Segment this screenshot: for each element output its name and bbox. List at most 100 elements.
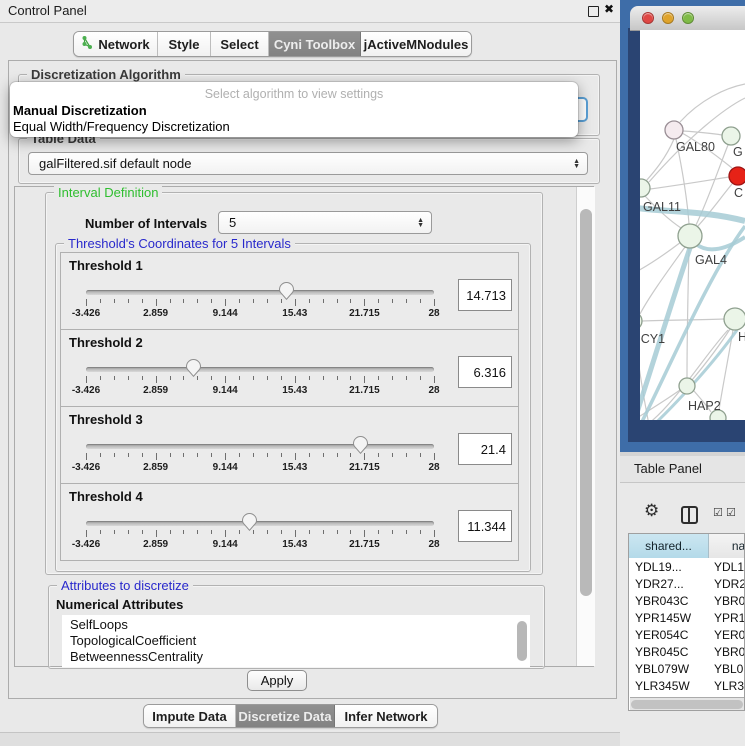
- apply-button[interactable]: Apply: [247, 670, 307, 691]
- network-edge: [650, 177, 729, 189]
- table-cell[interactable]: YDR27...: [635, 577, 684, 591]
- tab-label: Infer Network: [344, 709, 427, 724]
- slider-handle[interactable]: [242, 513, 257, 531]
- threshold-value-field[interactable]: 14.713: [458, 279, 512, 311]
- network-node: [640, 179, 650, 197]
- close-icon[interactable]: ✖: [604, 2, 614, 16]
- threshold-label: Threshold 1: [69, 258, 143, 273]
- algorithm-hint-item[interactable]: Select algorithm to view settings: [10, 87, 578, 101]
- column-header-1[interactable]: shared...: [629, 534, 709, 558]
- table-cell[interactable]: YDL19...: [635, 560, 682, 574]
- list-scrollbar-thumb[interactable]: [517, 621, 527, 661]
- attribute-item[interactable]: SelfLoops: [70, 617, 128, 632]
- table-cell[interactable]: YER054C: [635, 628, 688, 642]
- table-panel-title: Table Panel: [634, 461, 702, 476]
- gear-icon[interactable]: ⚙: [644, 501, 659, 521]
- threshold-panel-4: Threshold 4-3.4262.8599.14415.4321.71528…: [60, 483, 519, 561]
- tab-discretize-data[interactable]: Discretize Data: [236, 705, 335, 727]
- network-edge: [697, 184, 732, 227]
- node-table[interactable]: shared...na YDL19... YDL1 YDR27... YDR2 YBR0…: [628, 533, 745, 711]
- table-cell[interactable]: YLR345W: [635, 679, 690, 693]
- threshold-panel-2: Threshold 2-3.4262.8599.14415.4321.71528…: [60, 329, 519, 407]
- attribute-item[interactable]: TopologicalCoefficient: [70, 633, 196, 648]
- main-scrollbar-thumb[interactable]: [580, 209, 592, 596]
- group-title: Interval Definition: [54, 185, 162, 200]
- table-cell[interactable]: YPR145W: [635, 611, 691, 625]
- tab-style[interactable]: Style: [158, 32, 211, 56]
- tick-marks: [86, 376, 434, 384]
- tab-cyni-toolbox[interactable]: Cyni Toolbox: [269, 32, 361, 56]
- threshold-value-field[interactable]: 21.4: [458, 433, 512, 465]
- slider-track[interactable]: [86, 367, 434, 372]
- algorithm-item-2[interactable]: Equal Width/Frequency Discretization: [13, 119, 230, 134]
- tick-labels: -3.4262.8599.14415.4321.71528: [86, 308, 434, 320]
- control-panel: Control Panel ✖ Network Style Select Cyni T…: [0, 0, 620, 745]
- node-label: GAL4: [695, 253, 727, 267]
- column-header-2[interactable]: na: [709, 534, 745, 558]
- network-node: [665, 121, 683, 139]
- columns-icon[interactable]: [681, 506, 698, 524]
- threshold-value-field[interactable]: 6.316: [458, 356, 512, 388]
- table-cell[interactable]: YBR045C: [635, 645, 688, 659]
- tick-marks: [86, 530, 434, 538]
- checkbox-icon[interactable]: ☑: [726, 506, 736, 519]
- table-cell[interactable]: YBR0: [714, 594, 745, 608]
- node-label: GAL11: [643, 200, 681, 214]
- slider-track[interactable]: [86, 290, 434, 295]
- tab-infer-network[interactable]: Infer Network: [335, 705, 437, 727]
- horizontal-scrollbar-track[interactable]: [630, 697, 745, 711]
- network-node: [678, 224, 702, 248]
- table-cell[interactable]: YLR3: [714, 679, 744, 693]
- tab-label: jActiveMNodules: [364, 37, 469, 52]
- slider-track[interactable]: [86, 444, 434, 449]
- node-label: GAL80: [676, 140, 715, 154]
- close-traffic-light-icon[interactable]: [642, 12, 654, 24]
- table-panel-titlebar: Table Panel: [620, 456, 745, 483]
- network-canvas[interactable]: GAL80GCGAL11GAL4GCY1HHAP2: [640, 30, 745, 420]
- algorithm-item-1[interactable]: Manual Discretization: [13, 103, 147, 118]
- network-window-titlebar[interactable]: [630, 6, 745, 31]
- table-cell[interactable]: YDR2: [714, 577, 745, 591]
- threshold-panel-1: Threshold 1 -3.4262.8599.14415.4321.71528…: [60, 252, 519, 330]
- node-label: C: [734, 186, 743, 200]
- maximize-traffic-light-icon[interactable]: [682, 12, 694, 24]
- table-cell[interactable]: YBL079W: [635, 662, 689, 676]
- tab-impute-data[interactable]: Impute Data: [144, 705, 236, 727]
- slider-handle[interactable]: [186, 359, 201, 377]
- main-scrollbar-track[interactable]: [576, 187, 595, 666]
- float-window-icon[interactable]: [588, 6, 599, 17]
- slider-handle[interactable]: [279, 282, 294, 300]
- table-cell[interactable]: YPR1: [714, 611, 745, 625]
- threshold-value-field[interactable]: 11.344: [458, 510, 512, 542]
- tab-jactivemnodules[interactable]: jActiveMNodules: [361, 32, 471, 56]
- table-data-value: galFiltered.sif default node: [29, 156, 573, 171]
- panel-title: Control Panel: [8, 3, 87, 18]
- table-cell[interactable]: YBR0: [714, 645, 745, 659]
- table-data-combobox[interactable]: galFiltered.sif default node ▲▼: [28, 152, 588, 175]
- bottom-tab-bar: Impute DataDiscretize Data Infer Network: [143, 704, 438, 728]
- tick-marks: [86, 299, 434, 307]
- algorithm-dropdown-popup: Select algorithm to view settings Manual…: [10, 82, 578, 137]
- num-intervals-combobox[interactable]: 5 ▲▼: [218, 211, 432, 234]
- horizontal-scrollbar-thumb[interactable]: [631, 700, 743, 709]
- tab-label: Style: [168, 37, 199, 52]
- minimize-traffic-light-icon[interactable]: [662, 12, 674, 24]
- network-edge: [683, 131, 722, 135]
- node-label: H: [738, 330, 745, 344]
- attributes-list[interactable]: SelfLoopsTopologicalCoefficientBetweenne…: [62, 615, 530, 667]
- table-cell[interactable]: YDL1: [714, 560, 744, 574]
- table-cell[interactable]: YBL0: [714, 662, 743, 676]
- network-edge: [687, 248, 689, 378]
- attribute-item[interactable]: BetweennessCentrality: [70, 649, 203, 664]
- table-cell[interactable]: YBR043C: [635, 594, 688, 608]
- slider-track[interactable]: [86, 521, 434, 526]
- table-cell[interactable]: YER0: [714, 628, 745, 642]
- slider-handle[interactable]: [353, 436, 368, 454]
- spinner-arrows-icon: ▲▼: [417, 218, 431, 228]
- tab-label: Cyni Toolbox: [274, 37, 355, 52]
- threshold-panel-3: Threshold 3-3.4262.8599.14415.4321.71528…: [60, 406, 519, 484]
- checkbox-icon[interactable]: ☑: [713, 506, 723, 519]
- network-node: [724, 308, 745, 330]
- tab-select[interactable]: Select: [211, 32, 269, 56]
- tab-network[interactable]: Network: [74, 32, 158, 56]
